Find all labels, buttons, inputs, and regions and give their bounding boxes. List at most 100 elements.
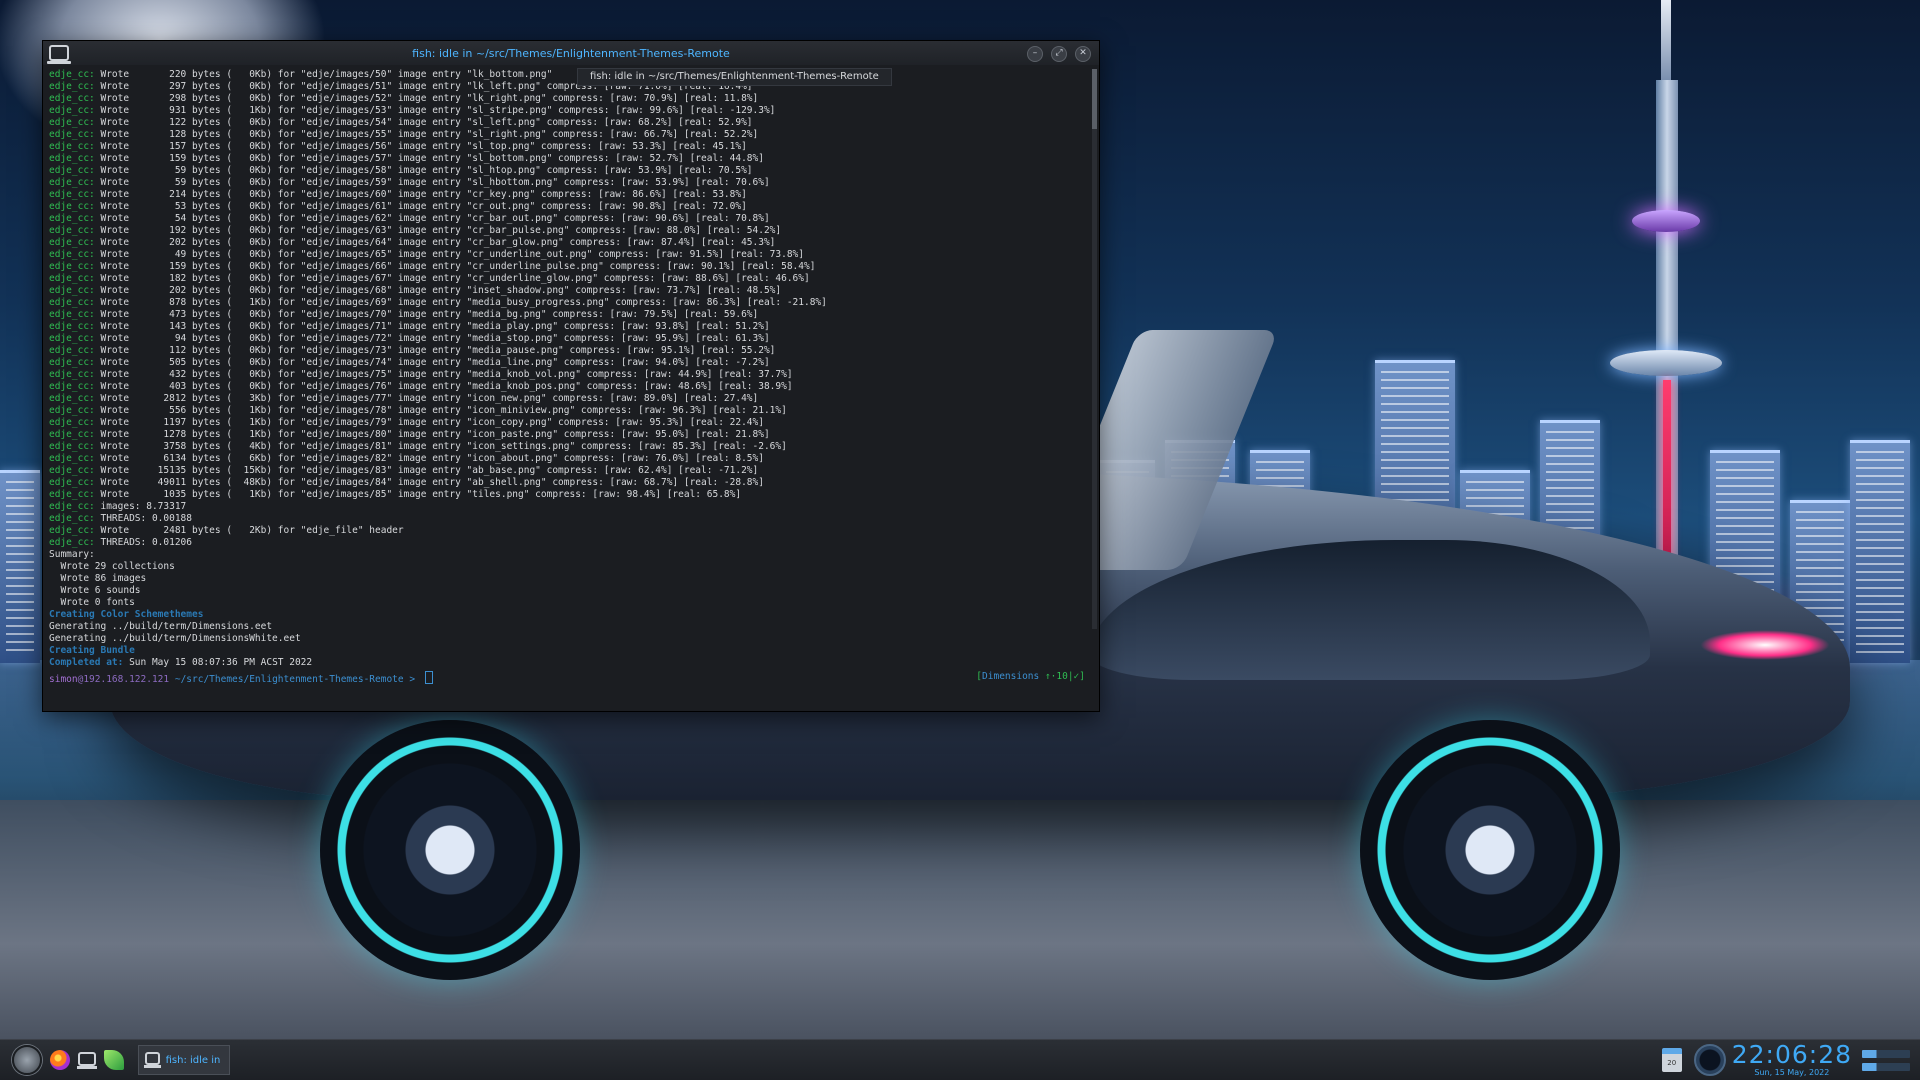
line-prefix: edje_cc: [49,117,101,128]
line-text: Wrote 202 bytes ( 0Kb) for "edje/images/… [100,285,782,296]
line-prefix: edje_cc: [49,357,101,368]
wallpaper-ground [0,800,1920,1040]
line-text: Generating ../build/term/DimensionsWhite… [49,633,301,644]
section-header: Creating Bundle [49,645,135,656]
line-text: Wrote 505 bytes ( 0Kb) for "edje/images/… [100,357,770,368]
line-prefix: edje_cc: [49,69,101,80]
clock[interactable]: 22:06:28 Sun, 15 May, 2022 [1732,1042,1852,1078]
line-prefix: edje_cc: [49,81,101,92]
section-header: Completed at: [49,657,124,668]
line-prefix: edje_cc: [49,489,101,500]
section-header: Creating Color Schemethemes [49,609,204,620]
terminal-line: edje_cc: Wrote 15135 bytes ( 15Kb) for "… [49,465,1089,477]
shell-prompt[interactable]: simon@192.168.122.121 ~/src/Themes/Enlig… [49,671,1089,685]
firefox-icon[interactable] [50,1050,70,1070]
line-text: Wrote 128 bytes ( 0Kb) for "edje/images/… [100,129,759,140]
line-text: Wrote 220 bytes ( 0Kb) for "edje/images/… [100,69,553,80]
line-text: Wrote 432 bytes ( 0Kb) for "edje/images/… [100,369,793,380]
terminal-line: edje_cc: Wrote 214 bytes ( 0Kb) for "edj… [49,189,1089,201]
terminal-line: edje_cc: Wrote 2481 bytes ( 2Kb) for "ed… [49,525,1089,537]
terminal-line: edje_cc: Wrote 157 bytes ( 0Kb) for "edj… [49,141,1089,153]
line-text: Wrote 29 collections [49,561,175,572]
line-text: Wrote 3758 bytes ( 4Kb) for "edje/images… [100,441,787,452]
line-prefix: edje_cc: [49,345,101,356]
line-prefix: edje_cc: [49,441,101,452]
leaf-app-icon[interactable] [104,1050,124,1070]
terminal-line: edje_cc: Wrote 878 bytes ( 1Kb) for "edj… [49,297,1089,309]
line-text: Wrote 49011 bytes ( 48Kb) for "edje/imag… [100,477,764,488]
line-prefix: edje_cc: [49,477,101,488]
line-text: Wrote 49 bytes ( 0Kb) for "edje/images/6… [100,249,804,260]
line-prefix: edje_cc: [49,333,101,344]
terminal-line: edje_cc: Wrote 297 bytes ( 0Kb) for "edj… [49,81,1089,93]
task-terminal[interactable]: fish: idle in ~... [138,1045,230,1075]
taskbar: fish: idle in ~... 20 22:06:28 Sun, 15 M… [0,1039,1920,1080]
task-label: fish: idle in ~... [165,1054,223,1066]
terminal-line: edje_cc: Wrote 122 bytes ( 0Kb) for "edj… [49,117,1089,129]
line-prefix: edje_cc: [49,369,101,380]
git-status-info: ↑·10|✓] [1039,671,1085,682]
line-text: Wrote 159 bytes ( 0Kb) for "edje/images/… [100,153,764,164]
terminal-line: edje_cc: Wrote 432 bytes ( 0Kb) for "edj… [49,369,1089,381]
line-prefix: edje_cc: [49,105,101,116]
window-titlebar[interactable]: fish: idle in ~/src/Themes/Enlightenment… [43,41,1099,65]
terminal-line: edje_cc: Wrote 6134 bytes ( 6Kb) for "ed… [49,453,1089,465]
wallpaper-building [1850,440,1910,663]
terminal-line: edje_cc: Wrote 403 bytes ( 0Kb) for "edj… [49,381,1089,393]
line-text: Wrote 59 bytes ( 0Kb) for "edje/images/5… [100,177,770,188]
scrollbar-track[interactable] [1092,69,1097,629]
line-text: Wrote 86 images [49,573,147,584]
line-text: Wrote 192 bytes ( 0Kb) for "edje/images/… [100,225,782,236]
moon-phase-icon[interactable] [1693,1044,1726,1076]
scrollbar-thumb[interactable] [1092,69,1097,129]
calendar-icon[interactable]: 20 [1661,1048,1682,1072]
terminal-line: edje_cc: THREADS: 0.01206 [49,537,1089,549]
network-graph-icon[interactable] [1862,1047,1910,1073]
terminal-window[interactable]: fish: idle in ~/src/Themes/Enlightenment… [42,40,1100,712]
prompt-user: simon [49,674,78,685]
line-prefix: edje_cc: [49,273,101,284]
terminal-line: edje_cc: THREADS: 0.00188 [49,513,1089,525]
line-prefix: edje_cc: [49,237,101,248]
line-prefix: edje_cc: [49,537,101,548]
line-prefix: edje_cc: [49,453,101,464]
start-menu-button[interactable] [12,1045,42,1075]
wallpaper-tower-light [1663,380,1671,570]
terminal-line: edje_cc: Wrote 1035 bytes ( 1Kb) for "ed… [49,489,1089,501]
close-button[interactable]: ✕ [1075,46,1091,62]
line-text: Summary: [49,549,95,560]
line-text: Wrote 157 bytes ( 0Kb) for "edje/images/… [100,141,747,152]
line-text: Wrote 112 bytes ( 0Kb) for "edje/images/… [100,345,776,356]
terminal-line: Generating ../build/term/DimensionsWhite… [49,633,1089,645]
title-tooltip: fish: idle in ~/src/Themes/Enlightenment… [577,68,892,86]
minimize-button[interactable]: – [1027,46,1043,62]
line-text: Wrote 15135 bytes ( 15Kb) for "edje/imag… [100,465,759,476]
line-text: THREADS: 0.01206 [100,537,192,548]
terminal-line: Wrote 29 collections [49,561,1089,573]
terminal-line: edje_cc: Wrote 143 bytes ( 0Kb) for "edj… [49,321,1089,333]
line-text: Wrote 202 bytes ( 0Kb) for "edje/images/… [100,237,776,248]
terminal-launcher-icon[interactable] [77,1052,97,1069]
terminal-line: edje_cc: Wrote 505 bytes ( 0Kb) for "edj… [49,357,1089,369]
terminal-line: edje_cc: Wrote 1197 bytes ( 1Kb) for "ed… [49,417,1089,429]
line-text: Wrote 182 bytes ( 0Kb) for "edje/images/… [100,273,810,284]
window-title: fish: idle in ~/src/Themes/Enlightenment… [412,46,730,60]
terminal-output[interactable]: edje_cc: Wrote 220 bytes ( 0Kb) for "edj… [49,69,1089,679]
line-prefix: edje_cc: [49,309,101,320]
maximize-button[interactable]: ⤢ [1051,46,1067,62]
terminal-line: edje_cc: Wrote 59 bytes ( 0Kb) for "edje… [49,165,1089,177]
line-text: Wrote 1278 bytes ( 1Kb) for "edje/images… [100,429,770,440]
terminal-line: edje_cc: Wrote 202 bytes ( 0Kb) for "edj… [49,237,1089,249]
line-text: Generating ../build/term/Dimensions.eet [49,621,273,632]
terminal-line: edje_cc: Wrote 159 bytes ( 0Kb) for "edj… [49,261,1089,273]
line-text: Wrote 2481 bytes ( 2Kb) for "edje_file" … [100,525,404,536]
line-text: Wrote 931 bytes ( 1Kb) for "edje/images/… [100,105,776,116]
line-text: Wrote 556 bytes ( 1Kb) for "edje/images/… [100,405,787,416]
line-text: Wrote 0 fonts [49,597,135,608]
terminal-icon [144,1052,161,1068]
line-prefix: edje_cc: [49,165,101,176]
line-text: Wrote 298 bytes ( 0Kb) for "edje/images/… [100,93,759,104]
terminal-line: Wrote 6 sounds [49,585,1089,597]
wallpaper-car-wheel [1360,720,1620,980]
line-text: Wrote 122 bytes ( 0Kb) for "edje/images/… [100,117,753,128]
